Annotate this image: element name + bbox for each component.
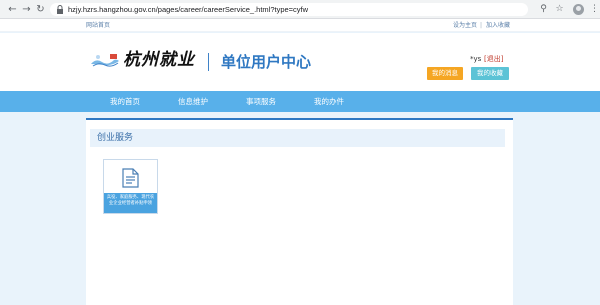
forward-arrow-icon[interactable]: → <box>20 3 33 16</box>
main-nav: 我的首页 信息维护 事项服务 我的办件 <box>0 91 600 112</box>
add-bookmark-link[interactable]: 加入收藏 <box>486 19 510 32</box>
profile-avatar-icon[interactable] <box>573 4 584 15</box>
user-name: *ys <box>470 55 482 63</box>
section-title: 创业服务 <box>97 133 134 143</box>
service-card[interactable]: 兵役、家庭服务、现代农业企业经营者补贴申领 <box>103 159 158 214</box>
header-divider <box>208 53 209 71</box>
nav-item-info-maintenance[interactable]: 信息维护 <box>178 91 208 112</box>
my-messages-button[interactable]: 我的消息 <box>427 67 463 80</box>
zoom-search-icon[interactable]: ⚲ <box>537 3 550 16</box>
page-title: 单位用户中心 <box>221 53 312 71</box>
nav-item-matter-services[interactable]: 事项服务 <box>246 91 276 112</box>
lock-icon <box>57 5 63 14</box>
set-homepage-link[interactable]: 设为主页 <box>453 19 477 32</box>
main-content-panel: 创业服务 兵役、家庭服务、现代农业企业经营者补贴申领 <box>86 118 513 305</box>
url-text: hzjy.hzrs.hangzhou.gov.cn/pages/career/c… <box>68 5 309 14</box>
nav-item-my-home[interactable]: 我的首页 <box>110 91 140 112</box>
browser-menu-icon[interactable]: ⋮ <box>588 3 600 16</box>
site-header: 杭州就业 单位用户中心 *ys [退出] 我的消息 我的收藏 <box>0 33 600 91</box>
top-link-strip: 网站首页 设为主页 | 加入收藏 <box>0 19 600 32</box>
browser-toolbar: ← → ↻ hzjy.hzrs.hangzhou.gov.cn/pages/ca… <box>0 0 600 19</box>
address-bar[interactable]: hzjy.hzrs.hangzhou.gov.cn/pages/career/c… <box>50 3 528 16</box>
reload-icon[interactable]: ↻ <box>34 3 47 16</box>
logo-text[interactable]: 杭州就业 <box>123 49 195 71</box>
my-favorites-button[interactable]: 我的收藏 <box>471 67 509 80</box>
back-arrow-icon[interactable]: ← <box>6 3 19 16</box>
top-link-separator: | <box>480 22 483 29</box>
bookmark-star-icon[interactable]: ☆ <box>553 3 566 16</box>
service-card-label: 兵役、家庭服务、现代农业企业经营者补贴申领 <box>104 193 157 213</box>
document-icon <box>122 168 139 188</box>
section-header: 创业服务 <box>90 129 505 147</box>
nav-item-my-cases[interactable]: 我的办件 <box>314 91 344 112</box>
logo-emblem-icon[interactable] <box>90 52 120 70</box>
site-home-link[interactable]: 网站首页 <box>86 19 110 32</box>
logout-link[interactable]: [退出] <box>484 55 503 64</box>
